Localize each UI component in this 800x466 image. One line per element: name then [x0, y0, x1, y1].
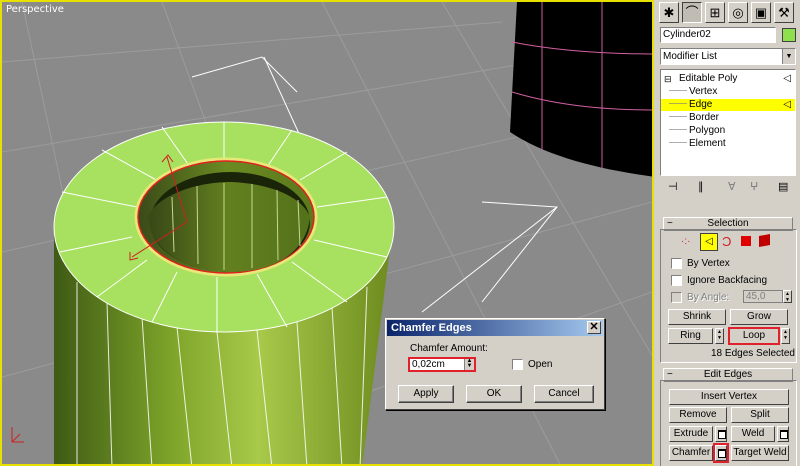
rollout-title: Edit Edges — [703, 369, 753, 380]
element-mode-icon[interactable] — [759, 234, 770, 247]
tree-line: ┄┄┄ — [669, 99, 688, 110]
polygon-mode-icon[interactable] — [741, 236, 751, 246]
motion-tab-icon[interactable]: ◎ — [728, 2, 748, 23]
axis-tripod-icon — [11, 427, 24, 443]
remove-modifier-icon[interactable]: ⵖ — [750, 180, 758, 193]
make-unique-icon[interactable]: ∀ — [728, 180, 736, 193]
modify-tab-icon[interactable]: ⌒ — [682, 2, 702, 23]
loop-button[interactable]: Loop — [728, 327, 780, 345]
object-color-swatch[interactable] — [782, 28, 796, 42]
open-label: Open — [528, 359, 553, 370]
by-vertex-checkbox[interactable] — [671, 258, 682, 269]
ignore-backfacing-label: Ignore Backfacing — [687, 275, 768, 286]
insert-vertex-button[interactable]: Insert Vertex — [669, 389, 789, 405]
chamfer-amount-spinner[interactable]: ▲▼ — [408, 357, 476, 372]
edge-mode-icon[interactable]: ◁ — [700, 233, 718, 251]
create-tab-icon[interactable]: ✱ — [659, 2, 679, 23]
angle-value-field[interactable]: 45,0 — [743, 290, 783, 303]
chamfer-settings-icon[interactable] — [713, 443, 729, 463]
command-panel-tabs: ✱ ⌒ ⊞ ◎ ▣ ⚒ — [657, 1, 798, 25]
edge-subobject-icon: ◁ — [783, 99, 791, 110]
modifier-stack: ⊟ Editable Poly ◁ ┄┄┄ Vertex ┄┄┄ Edge ◁ … — [660, 69, 796, 176]
chamfer-button[interactable]: Chamfer — [669, 445, 713, 461]
loop-spinner-icon[interactable]: ▲ ▼ — [781, 328, 790, 344]
weld-settings-icon[interactable] — [777, 426, 789, 442]
modifier-list-label: Modifier List — [663, 51, 717, 62]
open-checkbox[interactable] — [512, 359, 523, 370]
edge-subobject-icon: ◁ — [783, 73, 791, 84]
extrude-button[interactable]: Extrude — [669, 426, 713, 442]
utilities-tab-icon[interactable]: ⚒ — [774, 2, 794, 23]
close-icon[interactable]: ✕ — [587, 321, 601, 334]
stack-item-border[interactable]: ┄┄┄ Border — [661, 112, 795, 124]
apply-button[interactable]: Apply — [398, 385, 454, 403]
stack-toolbar: ⊣ ∥ ∀ ⵖ ▤ — [660, 180, 796, 194]
ring-spinner-icon[interactable]: ▲ ▼ — [715, 328, 724, 344]
weld-button[interactable]: Weld — [731, 426, 775, 442]
target-weld-button[interactable]: Target Weld — [731, 445, 789, 461]
stack-item-edge[interactable]: ┄┄┄ Edge ◁ — [661, 99, 795, 111]
edit-edges-rollout: Insert Vertex Remove Split Extrude Weld … — [660, 380, 797, 466]
split-button[interactable]: Split — [731, 407, 789, 423]
command-panel: ✱ ⌒ ⊞ ◎ ▣ ⚒ Cylinder02 Modifier List ▼ ⊟… — [655, 0, 800, 466]
stack-item-polygon[interactable]: ┄┄┄ Polygon — [661, 125, 795, 137]
dialog-title: Chamfer Edges — [391, 322, 472, 334]
spinner-arrows-icon[interactable]: ▲ ▼ — [464, 358, 474, 370]
tree-line: ┄┄┄ — [669, 112, 688, 123]
viewport-label[interactable]: Perspective — [6, 4, 64, 15]
by-vertex-label: By Vertex — [687, 258, 730, 269]
cancel-button[interactable]: Cancel — [534, 385, 594, 403]
selection-status: 18 Edges Selected — [711, 348, 795, 359]
tree-line: ┄┄┄ — [669, 138, 688, 149]
stack-item-element[interactable]: ┄┄┄ Element — [661, 138, 795, 150]
ok-button[interactable]: OK — [466, 385, 522, 403]
by-angle-checkbox[interactable] — [671, 292, 682, 303]
ring-button[interactable]: Ring — [668, 328, 713, 344]
dialog-titlebar[interactable]: Chamfer Edges ✕ — [387, 320, 603, 336]
stack-item-editable-poly[interactable]: ⊟ Editable Poly ◁ — [661, 73, 795, 85]
tree-line: ┄┄┄ — [669, 125, 688, 136]
vertex-mode-icon[interactable]: ·:· — [681, 236, 690, 247]
tree-line: ┄┄┄ — [669, 86, 688, 97]
stack-item-label: Element — [689, 138, 726, 149]
border-mode-icon[interactable]: Ɔ — [722, 234, 731, 249]
object-name-field[interactable]: Cylinder02 — [660, 27, 776, 43]
shrink-button[interactable]: Shrink — [668, 309, 726, 325]
hierarchy-tab-icon[interactable]: ⊞ — [705, 2, 725, 23]
stack-item-label: Polygon — [689, 125, 726, 136]
extrude-settings-icon[interactable] — [715, 426, 727, 442]
configure-sets-icon[interactable]: ▤ — [778, 180, 788, 193]
chamfer-amount-label: Chamfer Amount: — [410, 343, 488, 354]
chamfer-edges-dialog: Chamfer Edges ✕ Chamfer Amount: ▲▼ Open … — [385, 318, 605, 410]
pin-stack-icon[interactable]: ⊣ — [668, 180, 678, 193]
stack-item-label: Edge — [689, 99, 713, 110]
chamfer-amount-input[interactable] — [411, 359, 459, 370]
stack-item-label: Border — [689, 112, 720, 123]
grow-button[interactable]: Grow — [730, 309, 788, 325]
modifier-list-dropdown[interactable]: Modifier List ▼ — [660, 48, 796, 65]
display-tab-icon[interactable]: ▣ — [751, 2, 771, 23]
by-angle-label: By Angle: — [687, 292, 730, 303]
show-end-result-icon[interactable]: ∥ — [698, 180, 704, 193]
dark-cylinder-object[interactable] — [510, 2, 654, 177]
rollout-title: Selection — [707, 218, 749, 229]
stack-item-label: Vertex — [689, 86, 718, 97]
chevron-down-icon[interactable]: ▼ — [782, 49, 795, 64]
selection-rollout: ·:· ◁ Ɔ By Vertex Ignore Backfacing By A… — [660, 229, 797, 363]
angle-spinner-icon[interactable]: ▲ ▼ — [783, 290, 792, 303]
ignore-backfacing-checkbox[interactable] — [671, 275, 682, 286]
stack-item-label: Editable Poly — [679, 73, 738, 84]
stack-item-vertex[interactable]: ┄┄┄ Vertex — [661, 86, 795, 98]
remove-button[interactable]: Remove — [669, 407, 727, 423]
collapse-icon[interactable]: ⊟ — [664, 73, 672, 85]
